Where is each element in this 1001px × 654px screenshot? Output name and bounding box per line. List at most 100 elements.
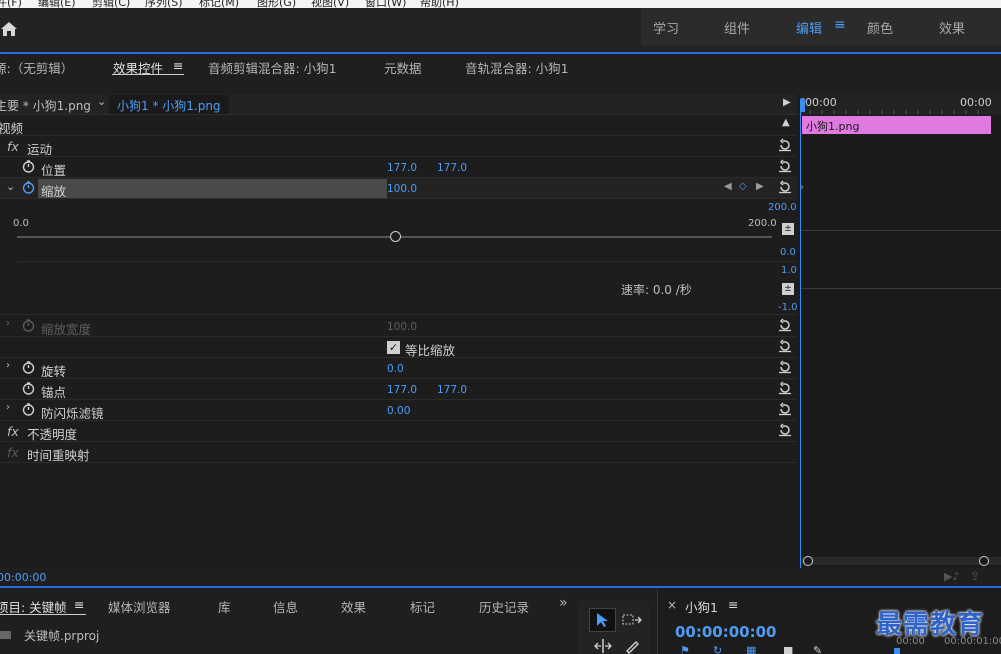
close-icon[interactable]: × [667,598,677,612]
reset-icon[interactable] [778,381,792,395]
track-select-tool-icon[interactable] [622,613,642,627]
tab-metadata[interactable]: 元数据 [384,58,422,77]
uniform-scale-checkbox[interactable]: ✓ [387,341,400,354]
project-folder-icon [0,631,11,639]
keyframe-timeline-panel [800,94,1001,568]
workspace-menu-icon[interactable]: ≡ [834,17,846,33]
chevron-right-icon[interactable]: › [6,360,10,371]
reset-icon[interactable] [778,423,792,437]
stopwatch-icon[interactable] [22,403,35,416]
project-file-name[interactable]: 关键帧.prproj [24,627,99,644]
project-menu-icon[interactable]: ≡ [74,597,84,612]
stopwatch-icon[interactable] [22,361,35,374]
tab-effects[interactable]: 效果 [341,597,366,616]
panel-menu-icon[interactable]: ≡ [173,58,183,73]
export-icon[interactable]: ⇪ [970,569,980,583]
workspace-tab-assembly[interactable]: 组件 [724,18,750,37]
position-y-value[interactable]: 177.0 [437,162,467,174]
stopwatch-icon[interactable] [22,160,35,173]
menu-clip[interactable]: 剪辑(C) [92,0,130,8]
menu-view[interactable]: 视图(V) [311,0,349,8]
opacity-row [0,421,797,442]
program-playhead[interactable] [894,648,900,654]
tab-media-browser[interactable]: 媒体浏览器 [108,597,171,616]
reset-icon[interactable] [778,159,792,173]
menu-edit[interactable]: 编辑(E) [38,0,76,8]
fx-badge-motion[interactable]: fx [7,139,19,154]
chevron-down-icon[interactable]: ⌄ [6,180,15,193]
reset-icon[interactable] [778,360,792,374]
tab-library[interactable]: 库 [218,597,231,616]
ripple-edit-tool-icon[interactable] [594,639,612,653]
keyframe-marker-icon[interactable]: › [800,182,804,193]
anchor-x-value[interactable]: 177.0 [387,384,417,396]
workspace-tab-effects[interactable]: 效果 [939,18,965,37]
menu-help[interactable]: 帮助(H) [420,0,459,8]
stop-icon[interactable]: ■ [783,644,793,654]
play-audio-icon[interactable]: ▶♪ [944,570,959,583]
tab-audio-clip-mixer[interactable]: 音频剪辑混合器: 小狗1 [208,58,337,77]
rotation-value[interactable]: 0.0 [387,363,404,375]
rate-label: 速率: 0.0 /秒 [621,283,692,297]
reset-icon[interactable] [778,339,792,353]
collapse-up-icon[interactable]: ▲ [782,117,790,128]
reset-icon[interactable] [778,318,792,332]
tab-history[interactable]: 历史记录 [479,597,529,616]
loop-icon[interactable]: ↻ [713,644,722,654]
stopwatch-active-icon[interactable] [22,181,35,194]
add-keyframe-icon[interactable]: ◇ [739,181,747,192]
play-triangle-icon[interactable]: ▶ [783,97,791,108]
scroll-handle-left[interactable] [803,556,813,566]
chevron-right-icon[interactable]: › [6,318,10,329]
scale-value[interactable]: 100.0 [387,183,417,195]
tab-audio-track-mixer[interactable]: 音轨混合器: 小狗1 [465,58,569,77]
tab-overflow-icon[interactable]: » [559,595,568,611]
current-timecode[interactable]: 00:00:00 [0,571,46,584]
flicker-value[interactable]: 0.00 [387,405,410,417]
marker-icon[interactable]: ⚑ [680,644,690,654]
rate-fit-icon[interactable]: ± [782,283,794,295]
tab-markers[interactable]: 标记 [410,597,435,616]
home-icon[interactable] [0,20,18,38]
reset-icon[interactable] [778,180,792,194]
fx-badge-opacity[interactable]: fx [7,424,19,439]
reset-icon[interactable] [778,402,792,416]
workspace-tab-editing[interactable]: 编辑 [796,18,822,37]
chevron-right-icon[interactable]: › [6,402,10,413]
rate-top-value: 1.0 [781,265,797,276]
tab-info[interactable]: 信息 [273,597,298,616]
clip-label[interactable]: 小狗1 * 小狗1.png [117,97,221,114]
selection-tool-icon[interactable] [596,612,610,628]
anchor-label: 锚点 [41,385,67,400]
chevron-down-icon[interactable]: ⌄ [97,95,106,108]
prev-keyframe-icon[interactable]: ◀ [724,181,732,192]
graph-fit-icon[interactable]: ± [782,223,794,235]
program-timecode[interactable]: 00:00:00:00 [675,623,777,641]
program-menu-icon[interactable]: ≡ [728,597,738,612]
menu-sequence[interactable]: 序列(S) [145,0,183,8]
value-graph-line [801,230,1001,231]
master-clip-label[interactable]: 主要 * 小狗1.png [0,97,91,114]
menu-file[interactable]: 件(F) [0,0,22,8]
scroll-handle-right[interactable] [979,556,989,566]
tab-source[interactable]: 源:（无剪辑） [0,58,73,77]
wrench-icon[interactable]: ✎ [813,644,822,654]
menu-graphics[interactable]: 图形(G) [257,0,296,8]
uniform-scale-label: 等比缩放 [405,343,456,358]
video-header: 视频 [0,121,24,136]
razor-tool-icon[interactable] [624,638,640,654]
anchor-y-value[interactable]: 177.0 [437,384,467,396]
position-x-value[interactable]: 177.0 [387,162,417,174]
menu-window[interactable]: 窗口(W) [365,0,406,8]
next-keyframe-icon[interactable]: ▶ [756,181,764,192]
reset-icon[interactable] [778,138,792,152]
insert-icon[interactable]: ▦ [746,644,756,654]
program-title[interactable]: 小狗1 [685,597,718,616]
workspace-tab-color[interactable]: 颜色 [867,18,893,37]
stopwatch-icon[interactable] [22,382,35,395]
scale-slider-handle[interactable] [390,231,401,242]
timeline-scrollbar[interactable] [801,557,1001,565]
workspace-tab-learn[interactable]: 学习 [653,18,679,37]
fx-badge-time-remap: fx [7,445,19,460]
menu-marker[interactable]: 标记(M) [199,0,239,8]
